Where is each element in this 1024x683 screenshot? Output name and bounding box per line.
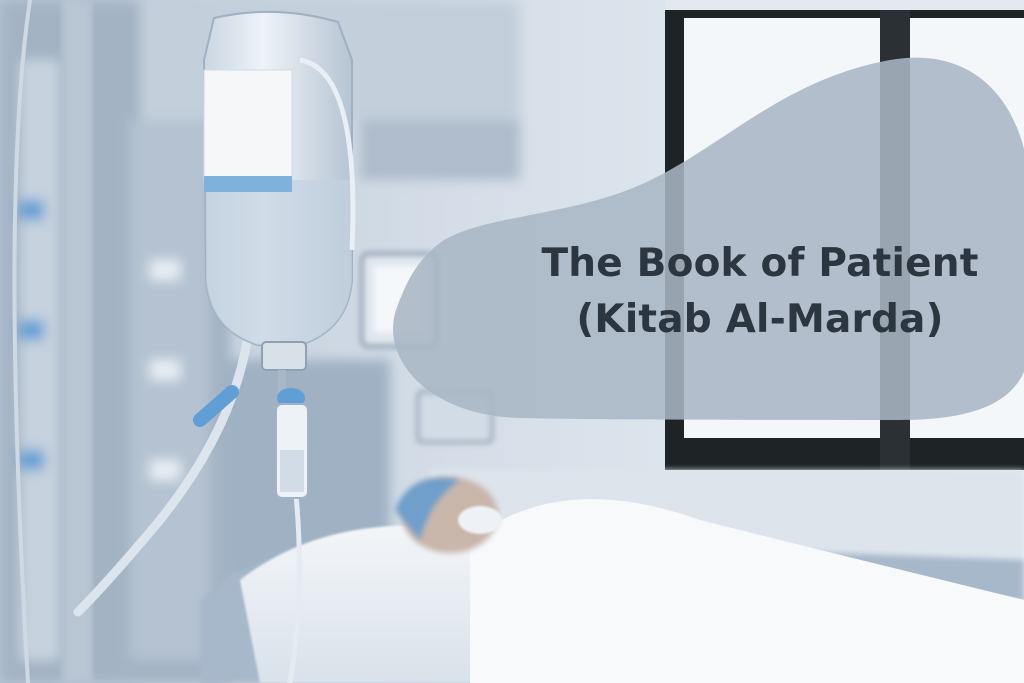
title-block: The Book of Patient (Kitab Al-Marda): [470, 236, 1024, 348]
title-line-2: (Kitab Al-Marda): [576, 297, 944, 342]
iv-pole: [62, 0, 92, 683]
hero-image: The Book of Patient (Kitab Al-Marda): [0, 0, 1024, 683]
iv-bag-icon: [202, 10, 356, 371]
title-line-1: The Book of Patient: [541, 241, 979, 286]
